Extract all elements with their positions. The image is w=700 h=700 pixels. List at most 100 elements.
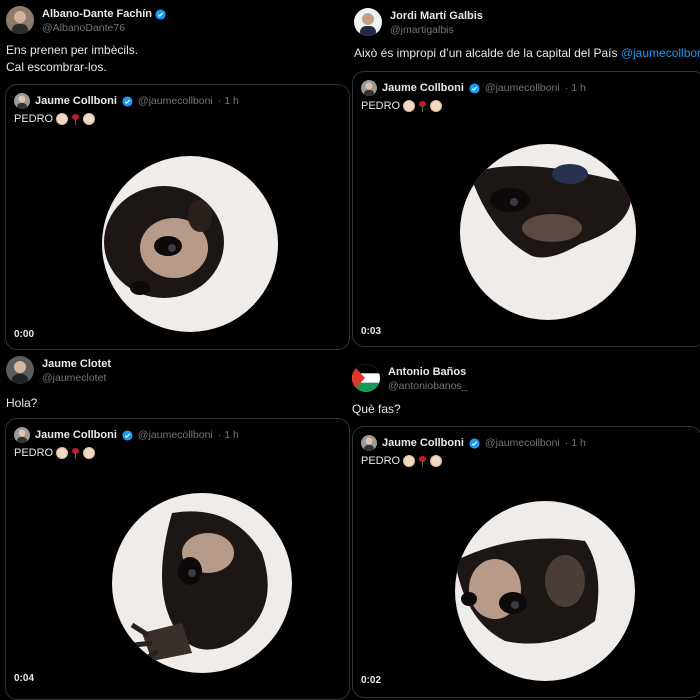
- tweet-text: Què fas?: [352, 401, 401, 418]
- video-frame-raccoon: [112, 493, 292, 673]
- clapping-hands-emoji: [56, 447, 69, 459]
- quoted-author-handle[interactable]: @jaumecollboni: [138, 95, 213, 107]
- tweet-panel-albano: Albano-Dante Fachín @AlbanoDante76 Ens p…: [0, 0, 350, 350]
- tweet-text-line-1: Ens prenen per imbècils.: [6, 43, 139, 57]
- tweet-text-line-1: Què fas?: [352, 402, 401, 416]
- quoted-tweet-header: Jaume Collboni @jaumecollboni · 1 h: [14, 427, 239, 443]
- tweet-text-line-2: Cal escombrar-los.: [6, 60, 107, 74]
- quoted-tweet-card[interactable]: Jaume Collboni @jaumecollboni · 1 h PEDR…: [352, 71, 700, 347]
- quoted-text-label: PEDRO: [361, 455, 401, 467]
- verified-badge-icon: [155, 8, 166, 20]
- author-name[interactable]: Albano-Dante Fachín: [42, 7, 152, 21]
- quoted-tweet-card[interactable]: Jaume Collboni @jaumecollboni · 1 h PEDR…: [5, 84, 350, 350]
- rose-emoji: [71, 447, 80, 459]
- verified-badge-icon: [122, 429, 133, 441]
- clapping-hands-emoji: [83, 447, 96, 459]
- quoted-tweet-header: Jaume Collboni @jaumecollboni · 1 h: [14, 93, 239, 109]
- avatar-portrait-icon: [354, 8, 382, 36]
- video-player[interactable]: 0:00: [6, 131, 349, 349]
- avatar-jordi[interactable]: [354, 8, 382, 36]
- video-timestamp: 0:04: [14, 673, 35, 684]
- video-timestamp: 0:02: [361, 675, 382, 686]
- quoted-time: · 1 h: [564, 82, 586, 94]
- palestine-flag-avatar: [352, 364, 380, 392]
- quoted-author-name[interactable]: Jaume Collboni: [382, 437, 464, 449]
- quoted-tweet-header: Jaume Collboni @jaumecollboni · 1 h: [361, 435, 586, 451]
- tweet-panel-clotet: Jaume Clotet @jaumeclotet Hola? Jaume Co…: [0, 350, 350, 700]
- avatar-albano[interactable]: [6, 6, 34, 34]
- avatar-portrait-icon: [6, 6, 34, 34]
- avatar-banos[interactable]: [352, 364, 380, 392]
- author-name[interactable]: Jordi Martí Galbis: [390, 9, 483, 23]
- tweet-panel-banos: Antonio Baños @antoniobanos_ Què fas? Ja…: [350, 350, 700, 700]
- video-player[interactable]: 0:02: [353, 475, 700, 697]
- quoted-text-label: PEDRO: [361, 100, 401, 112]
- verified-badge-icon: [469, 82, 480, 94]
- tweet-mention-link[interactable]: @jaumecollboni: [621, 46, 700, 60]
- video-frame-raccoon: [102, 156, 278, 332]
- raccoon-image: [470, 164, 632, 258]
- quoted-avatar[interactable]: [361, 435, 377, 451]
- quoted-time: · 1 h: [564, 437, 586, 449]
- quoted-avatar[interactable]: [14, 93, 30, 109]
- tweet-author-row: Jaume Clotet @jaumeclotet: [6, 356, 111, 385]
- tweet-author-row: Jordi Martí Galbis @jmartigalbis: [354, 8, 483, 37]
- rose-emoji: [418, 455, 427, 467]
- tweet-text: Ens prenen per imbècils. Cal escombrar-l…: [6, 42, 138, 76]
- quoted-tweet-header: Jaume Collboni @jaumecollboni · 1 h: [361, 80, 586, 96]
- quoted-author-name[interactable]: Jaume Collboni: [382, 82, 464, 94]
- author-handle[interactable]: @AlbanoDante76: [42, 21, 166, 35]
- quoted-author-handle[interactable]: @jaumecollboni: [138, 429, 213, 441]
- avatar-portrait-icon: [6, 356, 34, 384]
- quoted-author-handle[interactable]: @jaumecollboni: [485, 82, 560, 94]
- quoted-text: PEDRO: [361, 455, 443, 467]
- avatar-portrait-icon: [14, 93, 30, 109]
- video-player[interactable]: 0:03: [353, 120, 700, 346]
- quoted-author-name[interactable]: Jaume Collboni: [35, 429, 117, 441]
- video-frame-raccoon: [460, 144, 636, 320]
- tweet-text-line-1: Hola?: [6, 396, 38, 410]
- quoted-text-label: PEDRO: [14, 113, 54, 125]
- quoted-time: · 1 h: [217, 429, 239, 441]
- quoted-avatar[interactable]: [14, 427, 30, 443]
- quoted-text: PEDRO: [361, 100, 443, 112]
- clapping-hands-emoji: [56, 113, 69, 125]
- verified-badge-icon: [122, 95, 133, 107]
- avatar-portrait-icon: [361, 435, 377, 451]
- avatar-portrait-icon: [361, 80, 377, 96]
- quoted-tweet-card[interactable]: Jaume Collboni @jaumecollboni · 1 h PEDR…: [352, 426, 700, 698]
- raccoon-image: [455, 538, 599, 644]
- quoted-tweet-card[interactable]: Jaume Collboni @jaumecollboni · 1 h PEDR…: [5, 418, 350, 700]
- verified-badge-icon: [469, 437, 480, 449]
- quoted-text: PEDRO: [14, 113, 96, 125]
- quoted-author-handle[interactable]: @jaumecollboni: [485, 437, 560, 449]
- author-handle[interactable]: @jaumeclotet: [42, 371, 111, 385]
- video-player[interactable]: 0:04: [6, 467, 349, 699]
- tweet-text: Hola?: [6, 395, 37, 412]
- quoted-author-name[interactable]: Jaume Collboni: [35, 95, 117, 107]
- raccoon-image: [130, 511, 268, 664]
- avatar-clotet[interactable]: [6, 356, 34, 384]
- tweet-text: Això és impropi d’un alcalde de la capit…: [354, 45, 700, 62]
- quoted-time: · 1 h: [217, 95, 239, 107]
- clapping-hands-emoji: [430, 455, 443, 467]
- tweet-author-row: Albano-Dante Fachín @AlbanoDante76: [6, 6, 166, 35]
- clapping-hands-emoji: [403, 455, 416, 467]
- quoted-text: PEDRO: [14, 447, 96, 459]
- quoted-avatar[interactable]: [361, 80, 377, 96]
- video-frame-raccoon: [455, 501, 635, 681]
- rose-emoji: [418, 100, 427, 112]
- rose-emoji: [71, 113, 80, 125]
- author-name[interactable]: Antonio Baños: [388, 365, 466, 379]
- quoted-text-label: PEDRO: [14, 447, 54, 459]
- tweet-panel-jordi: Jordi Martí Galbis @jmartigalbis Això és…: [350, 0, 700, 350]
- raccoon-image: [104, 186, 224, 298]
- video-timestamp: 0:00: [14, 329, 35, 340]
- clapping-hands-emoji: [83, 113, 96, 125]
- clapping-hands-emoji: [403, 100, 416, 112]
- tweet-text-body: Això és impropi d’un alcalde de la capit…: [354, 46, 621, 60]
- author-handle[interactable]: @jmartigalbis: [390, 23, 483, 37]
- author-handle[interactable]: @antoniobanos_: [388, 379, 468, 393]
- author-name[interactable]: Jaume Clotet: [42, 357, 111, 371]
- video-timestamp: 0:03: [361, 326, 382, 337]
